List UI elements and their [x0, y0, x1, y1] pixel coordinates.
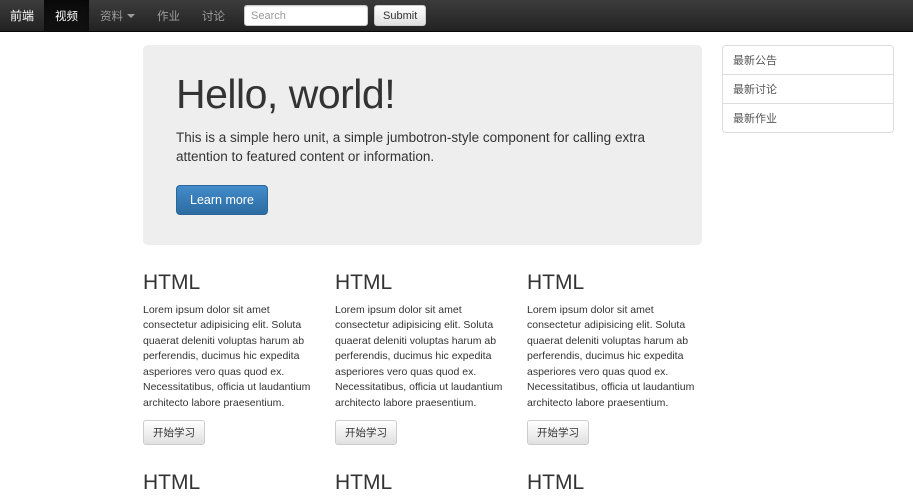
feature-title: HTML	[527, 470, 585, 494]
nav-label-discussion: 讨论	[202, 10, 226, 23]
nav-item-video[interactable]: 视频	[44, 0, 90, 31]
nav-link-homework[interactable]: 作业	[146, 0, 191, 31]
feature-row-1: HTML Lorem ipsum dolor sit amet consecte…	[137, 271, 713, 445]
jumbotron-lead: This is a simple hero unit, a simple jum…	[176, 130, 645, 164]
search-input[interactable]	[244, 5, 369, 26]
nav-item-discussion[interactable]: 讨论	[191, 0, 236, 31]
feature-text: Lorem ipsum dolor sit amet consectetur a…	[335, 303, 503, 409]
top-navbar: 前端 视频 资料 作业 讨论 Submit	[0, 0, 913, 32]
feature-title: HTML	[335, 270, 393, 294]
nav-item-homework[interactable]: 作业	[146, 0, 191, 31]
feature-title: HTML	[527, 270, 585, 294]
nav-link-materials[interactable]: 资料	[89, 0, 146, 31]
sidebar-item-homework[interactable]: 最新作业	[723, 104, 893, 132]
nav-item-materials[interactable]: 资料	[89, 0, 146, 31]
nav-label-video: 视频	[55, 10, 79, 23]
start-learning-button[interactable]: 开始学习	[527, 419, 589, 445]
chevron-down-icon	[127, 13, 136, 18]
submit-button[interactable]: Submit	[374, 5, 427, 26]
nav-label-homework: 作业	[157, 10, 181, 23]
learn-more-button[interactable]: Learn more	[176, 184, 268, 215]
feature-title: HTML	[143, 270, 201, 294]
sidebar-column: 最新公告 最新讨论 最新作业	[722, 45, 894, 133]
feature-text: Lorem ipsum dolor sit amet consectetur a…	[527, 303, 695, 409]
sidebar-item-discussions[interactable]: 最新讨论	[723, 75, 893, 104]
navbar-search-form: Submit	[244, 0, 427, 31]
jumbotron-heading: Hello, world!	[176, 71, 396, 117]
navbar-brand[interactable]: 前端	[0, 0, 44, 31]
nav-link-discussion[interactable]: 讨论	[191, 0, 236, 31]
feature-row-2: HTML Lorem ipsum dolor sit amet consecte…	[137, 471, 713, 500]
feature-title: HTML	[143, 470, 201, 494]
main-column: Hello, world! This is a simple hero unit…	[143, 45, 707, 500]
feature-card: HTML Lorem ipsum dolor sit amet consecte…	[329, 271, 521, 445]
feature-card: HTML Lorem ipsum dolor sit amet consecte…	[137, 271, 329, 445]
feature-card: HTML Lorem ipsum dolor sit amet consecte…	[521, 471, 713, 500]
feature-card: HTML Lorem ipsum dolor sit amet consecte…	[137, 471, 329, 500]
feature-card: HTML Lorem ipsum dolor sit amet consecte…	[521, 271, 713, 445]
nav-link-video[interactable]: 视频	[44, 0, 90, 31]
feature-text: Lorem ipsum dolor sit amet consectetur a…	[143, 303, 311, 409]
nav-label-materials: 资料	[100, 10, 124, 23]
start-learning-button[interactable]: 开始学习	[143, 419, 205, 445]
navbar-nav: 视频 资料 作业 讨论	[44, 0, 236, 31]
jumbotron: Hello, world! This is a simple hero unit…	[143, 45, 702, 245]
start-learning-button[interactable]: 开始学习	[335, 419, 397, 445]
feature-card: HTML Lorem ipsum dolor sit amet consecte…	[329, 471, 521, 500]
feature-title: HTML	[335, 470, 393, 494]
sidebar-item-announcements[interactable]: 最新公告	[723, 46, 893, 75]
sidebar-list-group: 最新公告 最新讨论 最新作业	[722, 45, 894, 133]
